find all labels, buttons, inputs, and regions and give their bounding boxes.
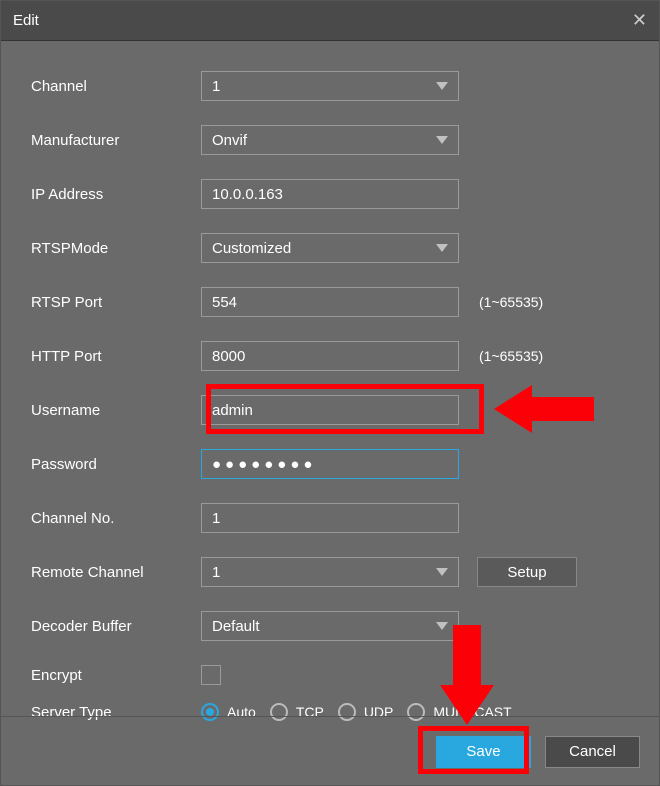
channel-select[interactable]: 1 xyxy=(201,71,459,101)
titlebar: Edit ✕ xyxy=(1,1,659,41)
encrypt-checkbox[interactable] xyxy=(201,665,221,685)
httpport-value: 8000 xyxy=(212,348,245,365)
form-body: Channel 1 Manufacturer Onvif IP Address xyxy=(1,41,659,755)
ip-label: IP Address xyxy=(31,186,201,203)
httpport-input[interactable]: 8000 xyxy=(201,341,459,371)
ip-value: 10.0.0.163 xyxy=(212,186,283,203)
channel-value: 1 xyxy=(212,78,220,95)
ip-input[interactable]: 10.0.0.163 xyxy=(201,179,459,209)
username-input[interactable]: admin xyxy=(201,395,459,425)
rtspport-input[interactable]: 554 xyxy=(201,287,459,317)
row-manufacturer: Manufacturer Onvif xyxy=(31,125,629,155)
username-label: Username xyxy=(31,402,201,419)
password-input[interactable]: ●●●●●●●● xyxy=(201,449,459,479)
rtspport-hint: (1~65535) xyxy=(479,294,543,310)
rtspport-label: RTSP Port xyxy=(31,294,201,311)
row-httpport: HTTP Port 8000 (1~65535) xyxy=(31,341,629,371)
row-channelno: Channel No. 1 xyxy=(31,503,629,533)
decoderbuffer-value: Default xyxy=(212,618,260,635)
chevron-down-icon xyxy=(436,82,448,90)
dialog-footer: Save Cancel xyxy=(0,716,660,786)
remotechannel-select[interactable]: 1 xyxy=(201,557,459,587)
encrypt-label: Encrypt xyxy=(31,667,201,684)
row-rtspport: RTSP Port 554 (1~65535) xyxy=(31,287,629,317)
chevron-down-icon xyxy=(436,244,448,252)
password-value: ●●●●●●●● xyxy=(212,456,316,473)
rtspmode-select[interactable]: Customized xyxy=(201,233,459,263)
channelno-input[interactable]: 1 xyxy=(201,503,459,533)
save-button[interactable]: Save xyxy=(436,736,531,768)
dialog-title: Edit xyxy=(13,12,39,29)
row-username: Username admin xyxy=(31,395,629,425)
httpport-hint: (1~65535) xyxy=(479,348,543,364)
row-encrypt: Encrypt xyxy=(31,665,629,685)
channelno-label: Channel No. xyxy=(31,510,201,527)
row-password: Password ●●●●●●●● xyxy=(31,449,629,479)
close-icon[interactable]: ✕ xyxy=(632,10,647,31)
manufacturer-select[interactable]: Onvif xyxy=(201,125,459,155)
remotechannel-label: Remote Channel xyxy=(31,564,201,581)
remotechannel-value: 1 xyxy=(212,564,220,581)
rtspmode-value: Customized xyxy=(212,240,291,257)
row-remotechannel: Remote Channel 1 Setup xyxy=(31,557,629,587)
row-rtspmode: RTSPMode Customized xyxy=(31,233,629,263)
row-ip: IP Address 10.0.0.163 xyxy=(31,179,629,209)
cancel-button[interactable]: Cancel xyxy=(545,736,640,768)
decoderbuffer-label: Decoder Buffer xyxy=(31,618,201,635)
chevron-down-icon xyxy=(436,136,448,144)
manufacturer-label: Manufacturer xyxy=(31,132,201,149)
setup-button[interactable]: Setup xyxy=(477,557,577,587)
password-label: Password xyxy=(31,456,201,473)
row-channel: Channel 1 xyxy=(31,71,629,101)
channelno-value: 1 xyxy=(212,510,220,527)
decoderbuffer-select[interactable]: Default xyxy=(201,611,459,641)
username-value: admin xyxy=(212,402,253,419)
chevron-down-icon xyxy=(436,568,448,576)
manufacturer-value: Onvif xyxy=(212,132,247,149)
edit-dialog: Edit ✕ Channel 1 Manufacturer Onvif I xyxy=(0,0,660,786)
chevron-down-icon xyxy=(436,622,448,630)
rtspmode-label: RTSPMode xyxy=(31,240,201,257)
rtspport-value: 554 xyxy=(212,294,237,311)
httpport-label: HTTP Port xyxy=(31,348,201,365)
row-decoderbuffer: Decoder Buffer Default xyxy=(31,611,629,641)
channel-label: Channel xyxy=(31,78,201,95)
